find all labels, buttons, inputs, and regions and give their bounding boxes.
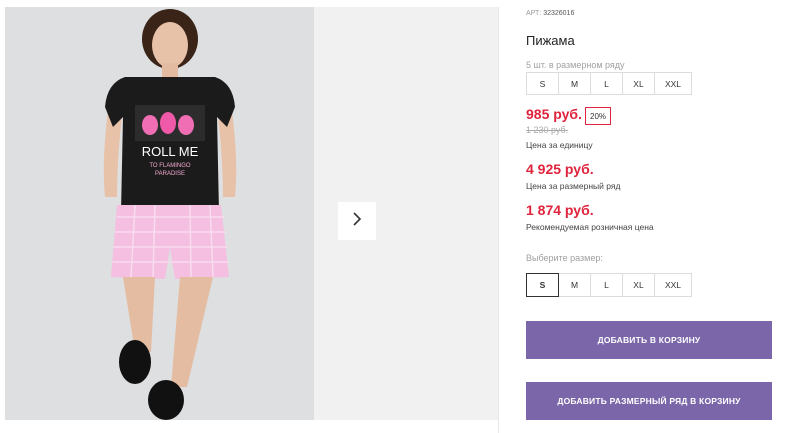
product-gallery: ROLL ME TO FLAMINGO PARADISE — [0, 7, 499, 433]
unit-price-label: Цена за единицу — [526, 140, 593, 150]
pack-size-s: S — [526, 72, 559, 95]
size-selector: S M L XL XXL — [526, 273, 692, 297]
size-option-xxl[interactable]: XXL — [654, 273, 692, 297]
add-pack-to-cart-button[interactable]: ДОБАВИТЬ РАЗМЕРНЫЙ РЯД В КОРЗИНУ — [526, 382, 772, 420]
pack-size-xl: XL — [622, 72, 655, 95]
pack-size-list: S M L XL XXL — [526, 72, 692, 95]
unit-price: 985 руб. — [526, 106, 582, 122]
chevron-right-icon — [351, 211, 363, 232]
product-info: АРТ: 32326016 Пижама 5 шт. в размерном р… — [526, 0, 800, 433]
pack-size-l: L — [590, 72, 623, 95]
next-image-button[interactable] — [338, 202, 376, 240]
pack-price-label: Цена за размерный ряд — [526, 181, 621, 191]
pack-size-xxl: XXL — [654, 72, 692, 95]
pack-size-m: M — [558, 72, 591, 95]
product-title: Пижама — [526, 33, 575, 48]
size-option-l[interactable]: L — [590, 273, 623, 297]
rrp-label: Рекомендуемая розничная цена — [526, 222, 654, 232]
article-value: 32326016 — [543, 10, 575, 17]
shirt-print-line1: ROLL ME — [142, 144, 199, 159]
add-to-cart-button[interactable]: ДОБАВИТЬ В КОРЗИНУ — [526, 321, 772, 359]
column-divider — [498, 7, 499, 433]
rrp-price: 1 874 руб. — [526, 202, 594, 218]
old-price: 1 230 руб. — [526, 125, 569, 135]
article-number: АРТ: 32326016 — [526, 10, 574, 17]
product-photo: ROLL ME TO FLAMINGO PARADISE — [5, 7, 314, 420]
size-option-xl[interactable]: XL — [622, 273, 655, 297]
article-label: АРТ: — [526, 10, 542, 17]
pack-note: 5 шт. в размерном ряду — [526, 60, 625, 70]
pack-price: 4 925 руб. — [526, 161, 594, 177]
size-option-m[interactable]: M — [558, 273, 591, 297]
choose-size-label: Выберите размер: — [526, 253, 603, 263]
model-illustration: ROLL ME TO FLAMINGO PARADISE — [103, 9, 237, 420]
shirt-print-line3: PARADISE — [155, 171, 185, 177]
shirt-print-line2: TO FLAMINGO — [149, 163, 191, 169]
discount-badge: 20% — [585, 107, 612, 125]
size-option-s[interactable]: S — [526, 273, 559, 297]
